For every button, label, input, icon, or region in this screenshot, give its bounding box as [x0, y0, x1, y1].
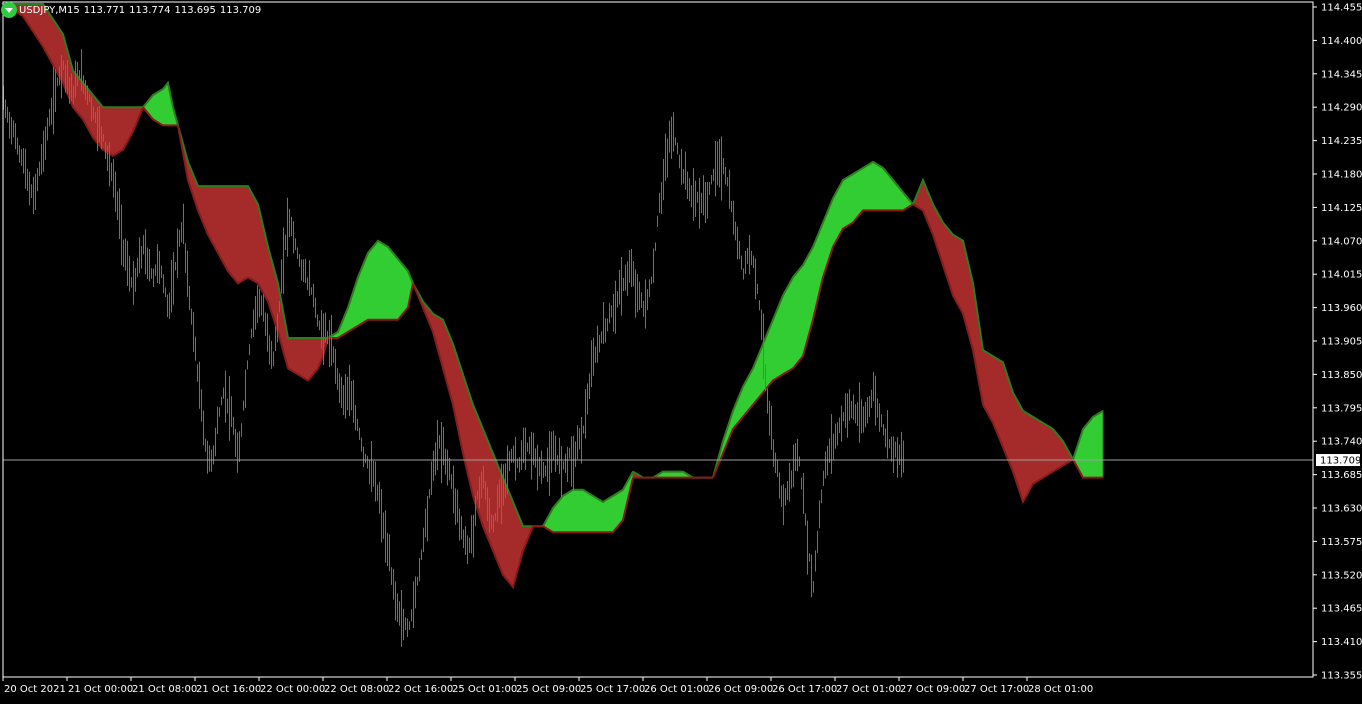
time-tick-label: 25 Oct 01:00 — [452, 684, 517, 695]
time-tick-label: 27 Oct 09:00 — [900, 684, 965, 695]
time-tick-label: 26 Oct 17:00 — [772, 684, 837, 695]
chart-frame — [2, 1, 1314, 678]
price-tick-label: 113.795 — [1321, 403, 1362, 414]
time-tick-label: 27 Oct 01:00 — [836, 684, 901, 695]
time-tick-label: 26 Oct 01:00 — [644, 684, 709, 695]
price-tick-label: 113.740 — [1321, 437, 1362, 448]
price-tick-label: 114.180 — [1321, 170, 1362, 181]
open-value: 113.771 — [83, 4, 126, 16]
price-tick-label: 113.410 — [1321, 637, 1362, 648]
price-tick-label: 113.905 — [1321, 337, 1362, 348]
low-value: 113.695 — [174, 4, 216, 16]
price-tick-label: 114.235 — [1321, 136, 1362, 147]
price-tick-label: 114.290 — [1321, 103, 1362, 114]
high-value: 113.774 — [129, 4, 171, 16]
symbol-label: USDJPY,M15 — [19, 4, 80, 16]
price-tick-label: 113.630 — [1321, 504, 1362, 515]
price-tick-label: 114.125 — [1321, 203, 1362, 214]
price-tick-label: 113.465 — [1321, 604, 1362, 615]
cloud-segment-0 — [1, 3, 144, 157]
time-axis: 20 Oct 2021 21 Oct 00:0021 Oct 08:0021 Oc… — [2, 677, 1093, 695]
price-tick-label: 114.015 — [1321, 270, 1362, 281]
time-tick-label: 21 Oct 00:00 — [68, 684, 133, 695]
price-tick-label: 113.685 — [1321, 470, 1362, 481]
time-tick-label: 28 Oct 01:00 — [1028, 684, 1093, 695]
price-tick-label: 113.575 — [1321, 537, 1362, 548]
price-tick-label: 114.455 — [1321, 3, 1362, 14]
time-tick-label: 20 Oct 2021 — [4, 684, 66, 695]
time-tick-label: 22 Oct 08:00 — [324, 684, 389, 695]
triangle-down-icon[interactable] — [1, 2, 17, 18]
price-tick-label: 114.400 — [1321, 36, 1362, 47]
cloud-segment-2 — [177, 125, 329, 382]
price-tick-label: 113.850 — [1321, 370, 1362, 381]
current-price-label: 113.709 — [1320, 456, 1361, 467]
price-tick-label: 114.070 — [1321, 236, 1362, 247]
time-tick-label: 25 Oct 09:00 — [516, 684, 581, 695]
time-tick-label: 26 Oct 09:00 — [708, 684, 773, 695]
price-tick-label: 114.345 — [1321, 69, 1362, 80]
price-tick-label: 113.355 — [1321, 671, 1362, 682]
time-tick-label: 22 Oct 00:00 — [260, 684, 325, 695]
time-tick-label: 27 Oct 17:00 — [964, 684, 1029, 695]
price-tick-label: 113.960 — [1321, 303, 1362, 314]
price-tick-label: 113.520 — [1321, 570, 1362, 581]
price-chart-svg[interactable]: 114.455 114.400 114.345 114.290 114.235 114.1… — [0, 0, 1362, 700]
chart-area[interactable]: 114.455 114.400 114.345 114.290 114.235 114.1… — [0, 0, 1362, 700]
time-tick-label: 25 Oct 17:00 — [580, 684, 645, 695]
price-axis: 114.455 114.400 114.345 114.290 114.235 114.1… — [1313, 3, 1362, 682]
chart-header: USDJPY,M15 113.771 113.774 113.695 113.7… — [0, 0, 265, 20]
time-tick-label: 22 Oct 16:00 — [388, 684, 453, 695]
time-tick-label: 21 Oct 08:00 — [132, 684, 197, 695]
time-tick-label: 21 Oct 16:00 — [196, 684, 261, 695]
cloud-segment-9 — [912, 178, 1074, 504]
close-value: 113.709 — [219, 4, 262, 16]
